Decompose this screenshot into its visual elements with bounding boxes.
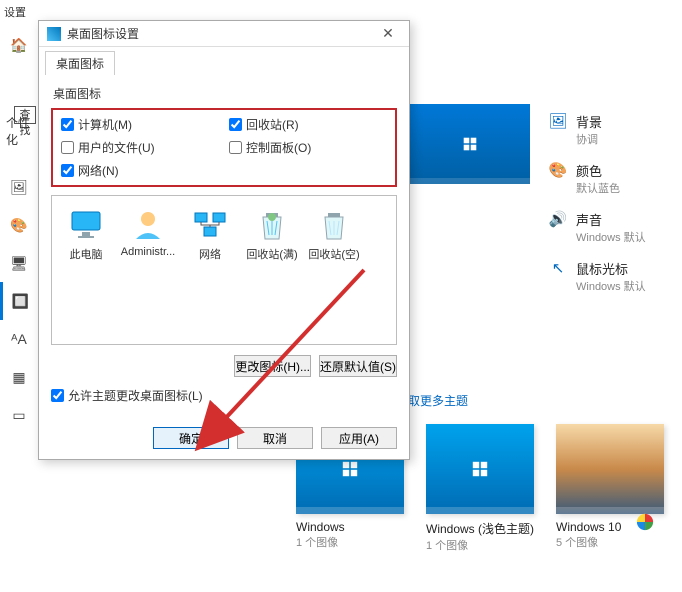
fonts-icon[interactable]: ᴬA (0, 320, 38, 358)
theme-card[interactable]: Windows (浅色主题) 1 个图像 (426, 424, 534, 553)
recycle-empty-icon (316, 206, 352, 242)
allow-themes-checkbox[interactable]: 允许主题更改桌面图标(L) (51, 387, 397, 404)
theme-card[interactable]: Windows 10 5 个图像 (556, 424, 664, 553)
list-item[interactable]: 回收站(满) (244, 206, 300, 262)
color-wheel-icon (636, 513, 654, 531)
ok-button[interactable]: 确定 (153, 427, 229, 449)
desktop-icons-checkgrid: 计算机(M) 回收站(R) 用户的文件(U) 控制面板(O) 网络(N) (51, 108, 397, 187)
recycle-full-icon (254, 206, 290, 242)
dialog-title: 桌面图标设置 (67, 25, 139, 42)
speaker-icon: 🔊 (548, 210, 568, 230)
section-label: 个性化 (6, 114, 38, 148)
tab-desktop-icons[interactable]: 桌面图标 (45, 51, 115, 75)
taskbar-icon[interactable]: ▭ (0, 396, 38, 434)
themes-icon[interactable]: 🔲 (0, 282, 38, 320)
change-icon-button[interactable]: 更改图标(H)... (234, 355, 311, 377)
desktop-preview (410, 104, 530, 184)
home-icon[interactable]: 🏠 (0, 26, 38, 64)
start-icon[interactable]: ▦ (0, 358, 38, 396)
user-folder-icon (130, 206, 166, 242)
desktop-icon-settings-dialog: 桌面图标设置 ✕ 桌面图标 桌面图标 计算机(M) 回收站(R) 用户的文件(U… (38, 20, 410, 460)
network-checkbox[interactable]: 网络(N) (61, 162, 219, 179)
related-item-sounds[interactable]: 🔊 声音Windows 默认 (548, 210, 668, 245)
related-settings-list: 🖼 背景协调 🎨 颜色默认蓝色 🔊 声音Windows 默认 ↖ 鼠标光标Win… (548, 112, 668, 308)
image-icon: 🖼 (548, 112, 568, 132)
apply-button[interactable]: 应用(A) (321, 427, 397, 449)
windows-logo-icon (342, 461, 358, 477)
userfiles-checkbox[interactable]: 用户的文件(U) (61, 139, 219, 156)
palette-icon: 🎨 (548, 161, 568, 181)
left-icon-strip: 🏠 查找 个性化 🖼 🎨 🖥 🔲 ᴬA ▦ ▭ (0, 26, 38, 434)
cursor-icon: ↖ (548, 259, 568, 279)
computer-checkbox[interactable]: 计算机(M) (61, 116, 219, 133)
colors-icon[interactable]: 🎨 (0, 206, 38, 244)
controlpanel-checkbox[interactable]: 控制面板(O) (229, 139, 387, 156)
dialog-tabs: 桌面图标 (39, 47, 409, 75)
list-item[interactable]: 回收站(空) (306, 206, 362, 262)
more-themes-link[interactable]: 取更多主题 (408, 392, 468, 409)
list-item[interactable]: 网络 (182, 206, 238, 262)
windows-logo-icon (472, 461, 488, 477)
this-pc-icon (68, 206, 104, 242)
related-item-background[interactable]: 🖼 背景协调 (548, 112, 668, 147)
list-item[interactable]: Administr... (120, 206, 176, 258)
cancel-button[interactable]: 取消 (237, 427, 313, 449)
dialog-titlebar[interactable]: 桌面图标设置 ✕ (39, 21, 409, 47)
related-item-cursor[interactable]: ↖ 鼠标光标Windows 默认 (548, 259, 668, 294)
settings-header: 设置 (4, 4, 26, 20)
list-item[interactable]: 此电脑 (58, 206, 114, 262)
lockscreen-icon[interactable]: 🖥 (0, 244, 38, 282)
recycle-checkbox[interactable]: 回收站(R) (229, 116, 387, 133)
dialog-icon (47, 27, 61, 41)
icon-preview-list[interactable]: 此电脑 Administr... 网络 回收站(满) 回收站(空) (51, 195, 397, 345)
network-icon (192, 206, 228, 242)
group-label: 桌面图标 (53, 85, 397, 102)
windows-logo-icon (463, 137, 477, 151)
related-item-colors[interactable]: 🎨 颜色默认蓝色 (548, 161, 668, 196)
background-icon[interactable]: 🖼 (0, 168, 38, 206)
restore-defaults-button[interactable]: 还原默认值(S) (319, 355, 397, 377)
close-button[interactable]: ✕ (371, 21, 405, 47)
